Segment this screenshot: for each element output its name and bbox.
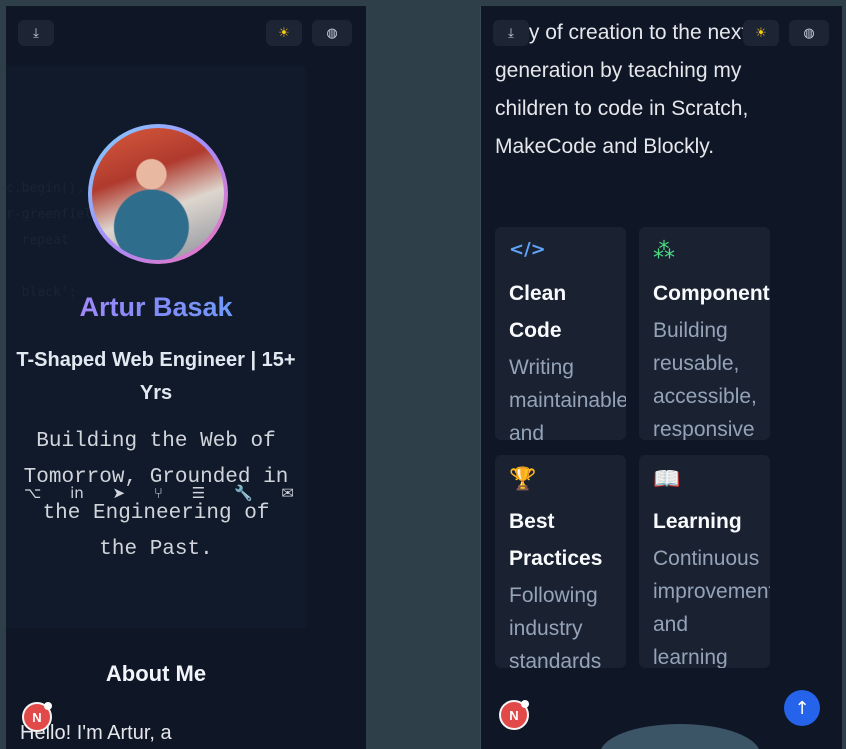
scroll-to-top-button[interactable]: ↑ (784, 690, 820, 726)
card-description: Following industry standards (509, 584, 602, 668)
code-icon: </> (509, 239, 546, 260)
download-button[interactable]: ⤓ (18, 20, 54, 46)
theme-toggle-button[interactable]: ☀ (266, 20, 302, 46)
linkedin-icon[interactable]: in (70, 484, 84, 502)
language-button[interactable]: ◍ (789, 20, 829, 46)
dev-indicator-badge[interactable]: N (22, 702, 52, 732)
theme-toggle-button[interactable]: ☀ (743, 20, 779, 46)
avatar-photo (92, 128, 224, 260)
right-phone-view: d joy of creation to the next generation… (480, 6, 842, 749)
avatar (88, 124, 228, 264)
sun-icon: ☀ (755, 25, 767, 41)
skill-card-learning: 📖 Learning Continuous improvement and le… (639, 455, 770, 668)
components-icon: ⁂ (653, 239, 675, 264)
language-button[interactable]: ◍ (312, 20, 352, 46)
about-paragraph: d joy of creation to the next generation… (495, 21, 749, 158)
badge-dot (44, 702, 52, 710)
skill-card-best-practices: 🏆 Best Practices Following industry stan… (495, 455, 626, 668)
arrow-up-icon: ↑ (794, 697, 810, 719)
wrench-icon[interactable]: 🔧 (234, 484, 253, 502)
card-description: Continuous improvement and learning (653, 547, 770, 668)
globe-icon: ◍ (326, 25, 338, 41)
card-title: Components (653, 282, 770, 305)
sun-icon: ☀ (278, 25, 290, 41)
git-branch-icon[interactable]: ⑂ (154, 484, 163, 502)
mail-icon[interactable]: ✉ (281, 484, 294, 502)
card-title: Best Practices (509, 510, 603, 570)
notebook-icon[interactable]: ☰ (192, 484, 205, 502)
profile-role: T-Shaped Web Engineer | 15+ Yrs (16, 349, 296, 404)
globe-icon: ◍ (803, 25, 815, 41)
book-icon: 📖 (653, 467, 681, 492)
download-icon: ⤓ (33, 25, 39, 41)
badge-letter: N (509, 707, 519, 723)
badge-letter: N (32, 709, 42, 725)
social-links: ⌥ in ➤ ⑂ ☰ 🔧 ✉ (24, 484, 294, 502)
card-title: Learning (653, 510, 742, 533)
telegram-icon[interactable]: ➤ (113, 484, 126, 502)
profile-name: Artur Basak (6, 292, 306, 323)
github-icon[interactable]: ⌥ (24, 484, 41, 502)
skill-card-clean-code: </> Clean Code Writing maintainable and (495, 227, 626, 440)
trophy-icon: 🏆 (509, 467, 537, 492)
left-phone-view: ⤓ ☀ ◍ c.begin(), r-greenfield repeat bla… (6, 6, 366, 749)
card-description: Writing maintainable and (509, 356, 626, 440)
skill-card-components: ⁂ Components Building reusable, accessib… (639, 227, 770, 440)
badge-dot (521, 700, 529, 708)
download-button[interactable]: ⤓ (493, 20, 529, 46)
about-title: About Me (105, 661, 207, 686)
dev-indicator-badge[interactable]: N (499, 700, 529, 730)
download-icon: ⤓ (508, 25, 514, 41)
card-description: Building reusable, accessible, responsiv… (653, 319, 757, 440)
card-title: Clean Code (509, 282, 567, 342)
